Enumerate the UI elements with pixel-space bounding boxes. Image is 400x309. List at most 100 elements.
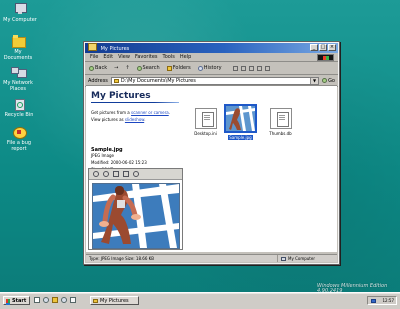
thumbnail-desktop-ini[interactable]: Desktop.ini: [189, 108, 222, 136]
status-bar: Type: JPEG Image Size: 18.66 KB My Compu…: [86, 254, 337, 262]
selected-file-modified: Modified: 2000-06-02 15:23: [91, 160, 147, 165]
network-icon: [11, 66, 25, 78]
toolbar-extra-buttons: [232, 65, 270, 71]
desktop-icon-label: File a bug report: [6, 140, 32, 152]
copy-to-icon[interactable]: [240, 65, 246, 71]
windows-flag-icon: [317, 54, 334, 61]
image-preview-panel: [88, 168, 183, 250]
address-input[interactable]: D:\My Documents\My Pictures ▼: [110, 76, 320, 85]
forward-button[interactable]: →: [114, 65, 118, 71]
thumbnail-thumbs-db[interactable]: Thumbs.db: [264, 108, 297, 136]
zoom-in-icon[interactable]: [93, 171, 99, 177]
window-title-bar[interactable]: My Pictures _ □ ×: [85, 43, 338, 53]
computer-icon: [281, 256, 286, 261]
close-button[interactable]: ×: [328, 44, 336, 51]
sample-image-preview-art: [93, 184, 179, 248]
pane-view-options: View pictures as slideshow.: [91, 117, 146, 122]
folder-icon: [93, 299, 98, 303]
quick-launch-bar: [34, 297, 76, 303]
desktop-icon-label: My Network Places: [3, 80, 33, 92]
desktop-icon-recycle-bin[interactable]: Recycle Bin: [2, 98, 36, 118]
desktop-icon-network-places[interactable]: My Network Places: [1, 66, 35, 92]
database-file-icon: [269, 108, 292, 129]
thumbnail-label: Desktop.ini: [194, 131, 217, 136]
desktop-icon-label: Recycle Bin: [4, 112, 34, 118]
views-icon[interactable]: [264, 65, 270, 71]
search-button[interactable]: Search: [136, 65, 160, 71]
image-file-icon: [224, 104, 257, 133]
folder-icon: [88, 43, 97, 51]
standard-toolbar: Back → ↑ Search Folders History: [85, 62, 338, 75]
explorer-icon[interactable]: [52, 297, 58, 303]
slideshow-link[interactable]: slideshow: [125, 117, 144, 122]
search-icon: [136, 65, 142, 71]
back-arrow-icon: [89, 65, 94, 71]
show-desktop-icon[interactable]: [34, 297, 40, 303]
move-to-icon[interactable]: [232, 65, 238, 71]
thumbnail-label: Thumbs.db: [269, 131, 292, 136]
history-icon: [197, 65, 203, 71]
undo-icon[interactable]: [256, 65, 262, 71]
folder-icon: [113, 78, 119, 83]
thumbnail-sample-jpg[interactable]: Sample.jpg: [224, 104, 257, 140]
computer-icon: [13, 3, 27, 15]
desktop-icon-label: My Computer: [3, 17, 37, 23]
folders-button[interactable]: Folders: [166, 65, 191, 71]
minimize-button[interactable]: _: [310, 44, 318, 51]
preview-toolbar: [89, 169, 182, 180]
clock: 12:57: [382, 298, 394, 303]
menu-file[interactable]: File: [90, 54, 98, 60]
bug-report-icon: [12, 126, 27, 139]
folder-icon: [11, 35, 26, 48]
volume-icon[interactable]: [371, 299, 376, 303]
desktop-icon-my-computer[interactable]: My Computer: [3, 3, 37, 23]
zoom-out-icon[interactable]: [103, 171, 109, 177]
delete-icon[interactable]: [248, 65, 254, 71]
my-pictures-window: My Pictures _ □ × File Edit View Favorit…: [84, 42, 339, 264]
go-arrow-icon: [322, 78, 328, 83]
sample-image-preview: [92, 183, 180, 249]
start-button[interactable]: Start: [3, 296, 30, 305]
sample-image-thumbnail-art: [226, 106, 255, 131]
history-button[interactable]: History: [197, 65, 222, 71]
windows-logo-icon: [6, 299, 10, 303]
status-file-info: Type: JPEG Image Size: 18.66 KB: [89, 256, 155, 261]
back-button[interactable]: Back: [89, 65, 107, 71]
media-player-icon[interactable]: [70, 297, 76, 303]
settings-file-icon: [194, 108, 217, 129]
menu-help[interactable]: Help: [180, 54, 191, 60]
up-button[interactable]: ↑: [125, 65, 129, 71]
menu-favorites[interactable]: Favorites: [135, 54, 158, 60]
pane-divider: [91, 102, 179, 103]
menu-bar: File Edit View Favorites Tools Help: [85, 53, 338, 62]
taskbar: Start My Pictures 12:57: [0, 292, 400, 309]
address-value: D:\My Documents\My Pictures: [120, 77, 196, 84]
window-controls: _ □ ×: [310, 44, 336, 51]
taskbar-my-pictures-button[interactable]: My Pictures: [90, 296, 139, 305]
status-location: My Computer: [277, 255, 337, 262]
outlook-express-icon[interactable]: [61, 297, 67, 303]
address-label: Address: [88, 77, 108, 84]
scanner-camera-link[interactable]: scanner or camera: [131, 110, 169, 115]
menu-edit[interactable]: Edit: [103, 54, 113, 60]
actual-size-icon[interactable]: [123, 171, 129, 177]
selected-file-type: JPEG Image: [91, 153, 115, 158]
pane-title: My Pictures: [91, 91, 151, 101]
folders-icon: [166, 65, 172, 71]
best-fit-icon[interactable]: [113, 171, 119, 177]
menu-view[interactable]: View: [118, 54, 130, 60]
desktop-icon-my-documents[interactable]: My Documents: [1, 35, 35, 61]
recycle-bin-icon: [12, 98, 26, 111]
rotate-icon[interactable]: [133, 171, 139, 177]
desktop-icon-label: My Documents: [3, 49, 33, 61]
menu-tools[interactable]: Tools: [163, 54, 175, 60]
desktop-icon-bug-report[interactable]: File a bug report: [2, 126, 36, 152]
address-dropdown-button[interactable]: ▼: [310, 77, 319, 84]
internet-explorer-icon[interactable]: [43, 297, 49, 303]
thumbnail-label: Sample.jpg: [228, 135, 253, 140]
go-button[interactable]: Go: [322, 78, 335, 84]
pane-intro: Get pictures from a scanner or camera.: [91, 110, 170, 115]
system-tray: 12:57: [367, 296, 397, 305]
web-view-pane: My Pictures Get pictures from a scanner …: [86, 86, 185, 252]
maximize-button[interactable]: □: [319, 44, 327, 51]
